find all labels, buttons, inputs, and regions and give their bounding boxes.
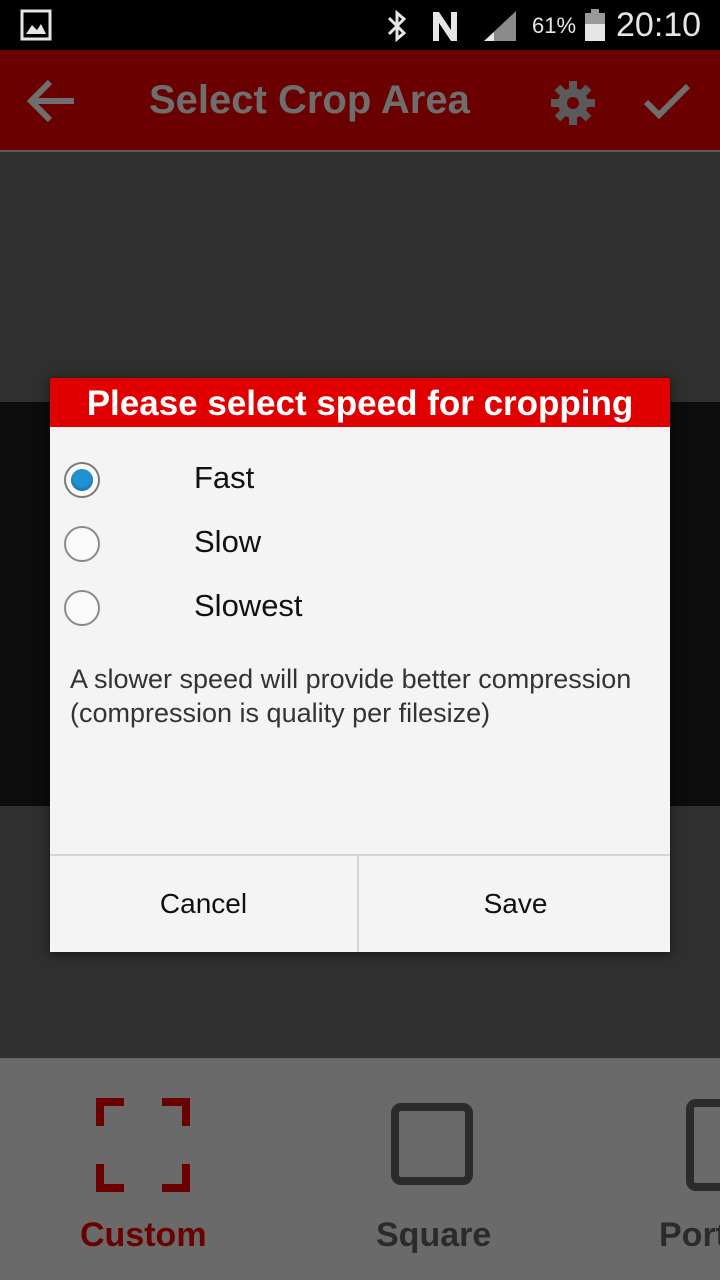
custom-crop-icon bbox=[96, 1098, 190, 1192]
option-slow[interactable]: Slow bbox=[50, 514, 670, 574]
radio-button[interactable] bbox=[64, 590, 100, 626]
crop-mode-toolbar: Custom Square Portrait bbox=[0, 1058, 720, 1280]
signal-icon bbox=[484, 11, 516, 41]
radio-button[interactable] bbox=[64, 462, 100, 498]
nfc-icon bbox=[433, 12, 457, 41]
crop-mode-custom[interactable]: Custom bbox=[70, 1058, 220, 1280]
crop-mode-label: Portrait bbox=[659, 1216, 720, 1254]
gear-icon[interactable] bbox=[550, 80, 596, 126]
portrait-crop-icon bbox=[686, 1099, 720, 1191]
crop-mode-label: Custom bbox=[80, 1216, 207, 1254]
crop-mode-portrait[interactable]: Portrait bbox=[655, 1058, 720, 1280]
option-fast[interactable]: Fast bbox=[50, 450, 670, 510]
check-icon[interactable] bbox=[642, 82, 692, 122]
speed-dialog: Please select speed for cropping Fast Sl… bbox=[50, 378, 670, 952]
option-label: Slow bbox=[194, 524, 262, 559]
radio-button[interactable] bbox=[64, 526, 100, 562]
square-crop-icon bbox=[391, 1103, 473, 1185]
crop-mode-label: Square bbox=[376, 1216, 492, 1254]
crop-mode-square[interactable]: Square bbox=[370, 1058, 500, 1280]
bluetooth-icon bbox=[387, 9, 407, 43]
cancel-button[interactable]: Cancel bbox=[50, 856, 359, 952]
option-label: Fast bbox=[194, 460, 255, 495]
save-button[interactable]: Save bbox=[361, 856, 670, 952]
dialog-buttons: Cancel Save bbox=[50, 854, 670, 952]
page-title: Select Crop Area bbox=[149, 78, 470, 122]
option-label: Slowest bbox=[194, 588, 303, 623]
battery-icon bbox=[585, 9, 605, 41]
clock: 20:10 bbox=[616, 6, 702, 44]
gallery-icon bbox=[20, 9, 52, 41]
dialog-title: Please select speed for cropping bbox=[50, 378, 670, 427]
dialog-hint: A slower speed will provide better compr… bbox=[70, 664, 632, 728]
option-slowest[interactable]: Slowest bbox=[50, 578, 670, 638]
app-bar: Select Crop Area bbox=[0, 50, 720, 152]
status-bar: 61% 20:10 bbox=[0, 0, 720, 50]
back-arrow-icon[interactable] bbox=[26, 78, 78, 124]
battery-percent: 61% bbox=[532, 13, 577, 38]
